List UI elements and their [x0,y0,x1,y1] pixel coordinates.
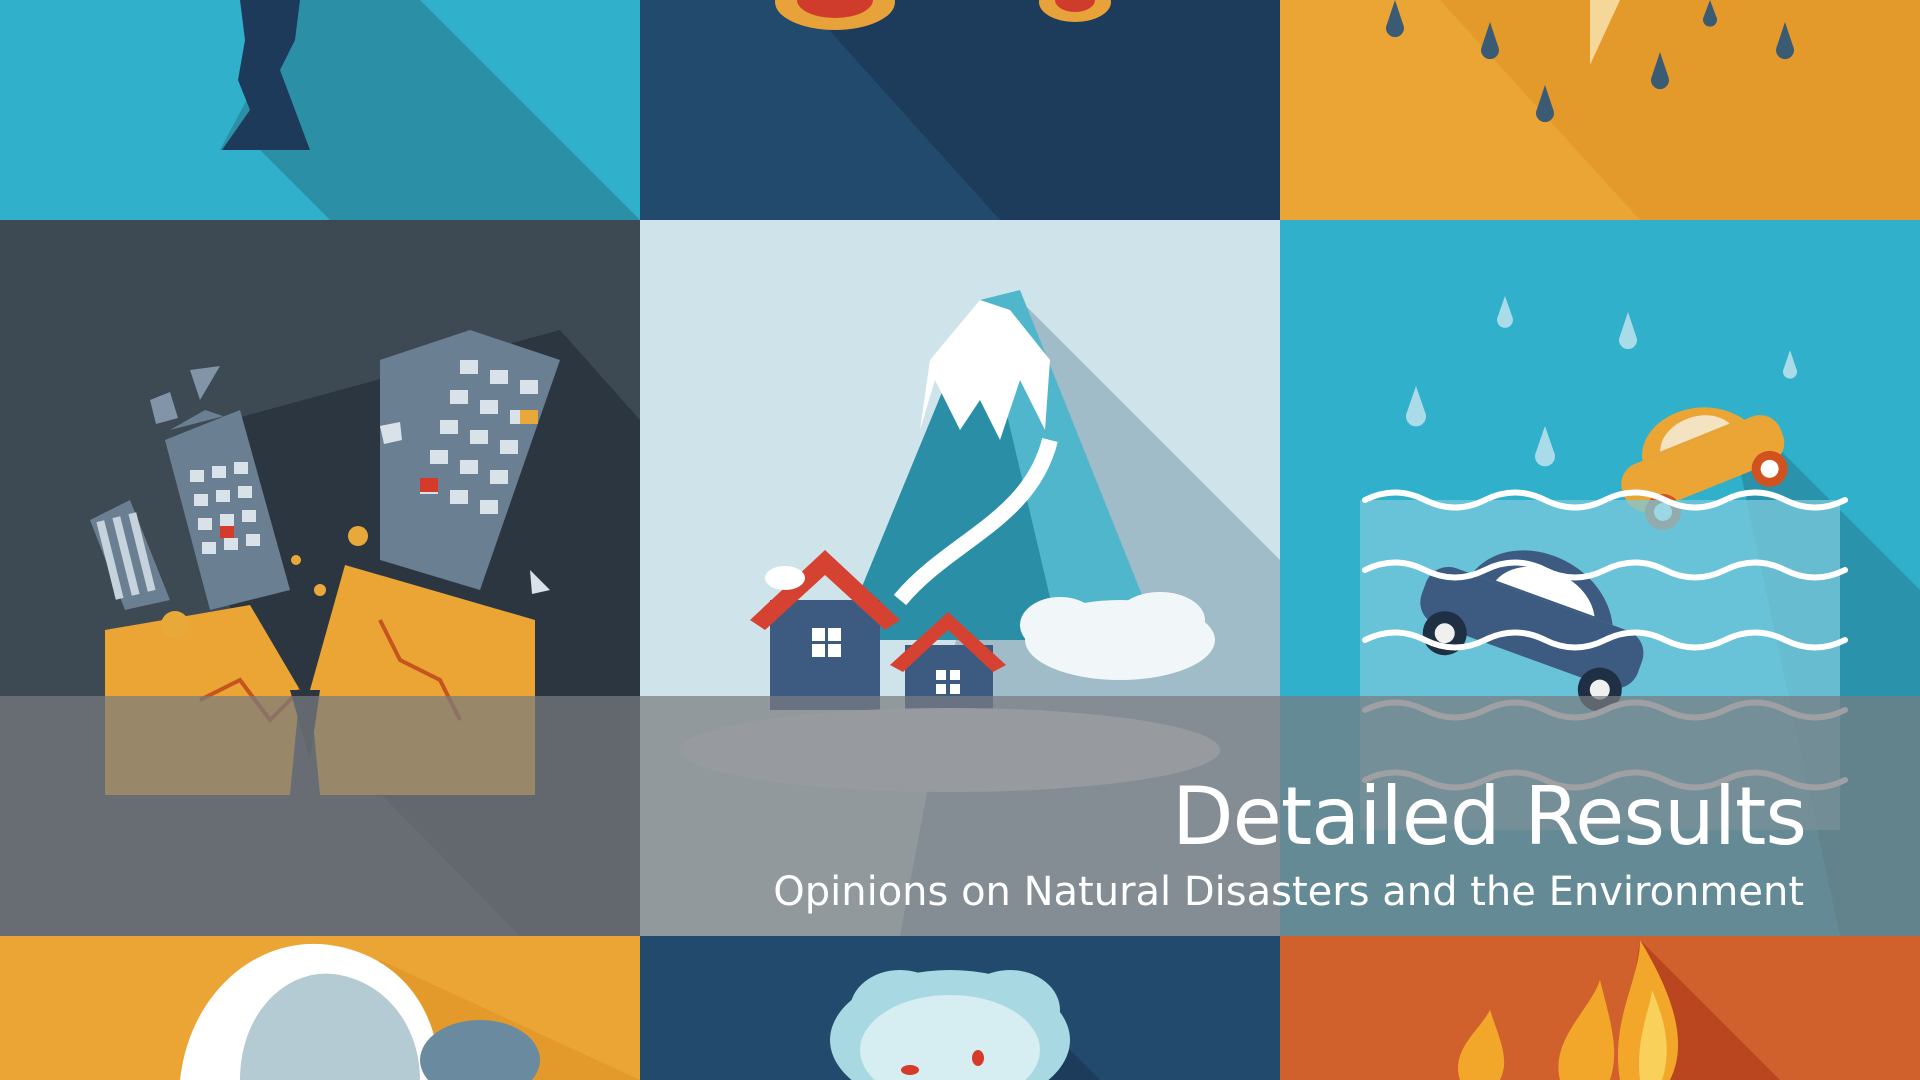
meteor-tile [640,0,1280,220]
storm-tile [1280,0,1920,220]
volcano-tile [640,936,1280,1080]
slide-title: Detailed Results [1172,770,1807,863]
slide-subtitle: Opinions on Natural Disasters and the En… [773,869,1804,915]
volcano-icon [830,970,1070,1080]
tsunami-tile [0,936,640,1080]
wildfire-tile [1280,936,1920,1080]
